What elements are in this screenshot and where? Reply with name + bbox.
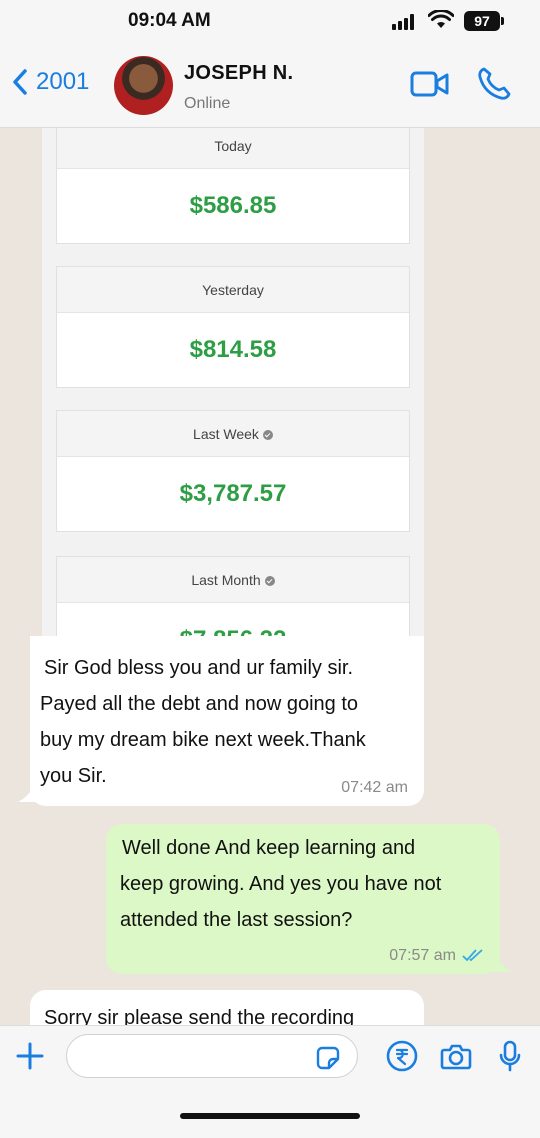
stat-card-header: Last Month bbox=[57, 557, 409, 603]
stat-card-last-month: Last Month $7,856.22 bbox=[56, 556, 410, 642]
home-indicator bbox=[180, 1113, 360, 1119]
stat-card-header: Last Week bbox=[57, 411, 409, 457]
stat-card-amount: $586.85 bbox=[189, 192, 277, 219]
message-input-bar bbox=[0, 1025, 540, 1138]
phone-call-icon[interactable] bbox=[476, 66, 512, 102]
plus-icon[interactable] bbox=[16, 1042, 44, 1070]
battery-indicator: 97 bbox=[464, 11, 504, 31]
message-text: Sir God bless you and ur family sir. Pay… bbox=[40, 650, 366, 794]
avatar[interactable] bbox=[114, 56, 173, 115]
message-line: attended the last session? bbox=[120, 909, 353, 931]
stat-card-last-week: Last Week $3,787.57 bbox=[56, 410, 410, 532]
stat-card-label: Last Month bbox=[191, 572, 261, 588]
image-message[interactable]: Today $586.85 Yesterday $814.58 Last Wee… bbox=[42, 128, 424, 642]
check-circle-icon bbox=[262, 430, 273, 441]
message-text: Sorry sir please send the recording bbox=[44, 1007, 355, 1025]
message-time: 07:57 am bbox=[389, 947, 456, 964]
sticker-icon[interactable] bbox=[316, 1046, 340, 1070]
message-line: Sir God bless you and ur family sir. bbox=[44, 657, 354, 679]
camera-icon[interactable] bbox=[440, 1042, 472, 1070]
message-text: Well done And keep learning and keep gro… bbox=[120, 830, 441, 938]
stat-card-label: Yesterday bbox=[57, 267, 409, 313]
message-line: Payed all the debt and now going to bbox=[40, 693, 359, 715]
stat-card-amount: $3,787.57 bbox=[179, 480, 287, 507]
status-time: 09:04 AM bbox=[128, 10, 211, 31]
back-button[interactable]: 2001 bbox=[12, 68, 89, 96]
stat-card-today: Today $586.85 bbox=[56, 128, 410, 244]
chat-header: 2001 JOSEPH N. Online bbox=[0, 44, 540, 128]
contact-name[interactable]: JOSEPH N. bbox=[184, 62, 293, 85]
message-bubble-incoming[interactable]: Sorry sir please send the recording bbox=[30, 990, 424, 1025]
stat-card-yesterday: Yesterday $814.58 bbox=[56, 266, 410, 388]
stat-card-label: Last Week bbox=[193, 426, 259, 442]
stat-card-label: Today bbox=[57, 128, 409, 169]
rupee-payment-icon[interactable] bbox=[386, 1040, 418, 1072]
status-bar: 09:04 AM 97 bbox=[0, 0, 540, 44]
cellular-signal-icon bbox=[392, 14, 414, 30]
wifi-icon bbox=[428, 10, 454, 28]
message-input[interactable] bbox=[66, 1034, 358, 1078]
message-line: you Sir. bbox=[40, 765, 107, 787]
stat-card-amount: $814.58 bbox=[189, 336, 277, 363]
bubble-tail bbox=[18, 784, 38, 802]
unread-count: 2001 bbox=[36, 68, 90, 95]
video-call-icon[interactable] bbox=[410, 70, 450, 98]
message-line: keep growing. And yes you have not bbox=[120, 873, 442, 895]
chevron-left-icon bbox=[13, 69, 27, 95]
message-line: buy my dream bike next week.Thank bbox=[40, 729, 366, 751]
bubble-tail bbox=[492, 954, 512, 972]
message-line: Well done And keep learning and bbox=[122, 837, 416, 859]
contact-status: Online bbox=[184, 95, 231, 112]
message-time: 07:42 am bbox=[341, 779, 408, 796]
message-bubble-outgoing[interactable]: Well done And keep learning and keep gro… bbox=[106, 824, 500, 974]
chat-area[interactable]: Today $586.85 Yesterday $814.58 Last Wee… bbox=[0, 128, 540, 1025]
microphone-icon[interactable] bbox=[498, 1040, 522, 1072]
message-bubble-incoming[interactable]: Sir God bless you and ur family sir. Pay… bbox=[30, 636, 424, 806]
check-circle-icon bbox=[264, 576, 275, 587]
double-check-icon bbox=[462, 949, 483, 962]
